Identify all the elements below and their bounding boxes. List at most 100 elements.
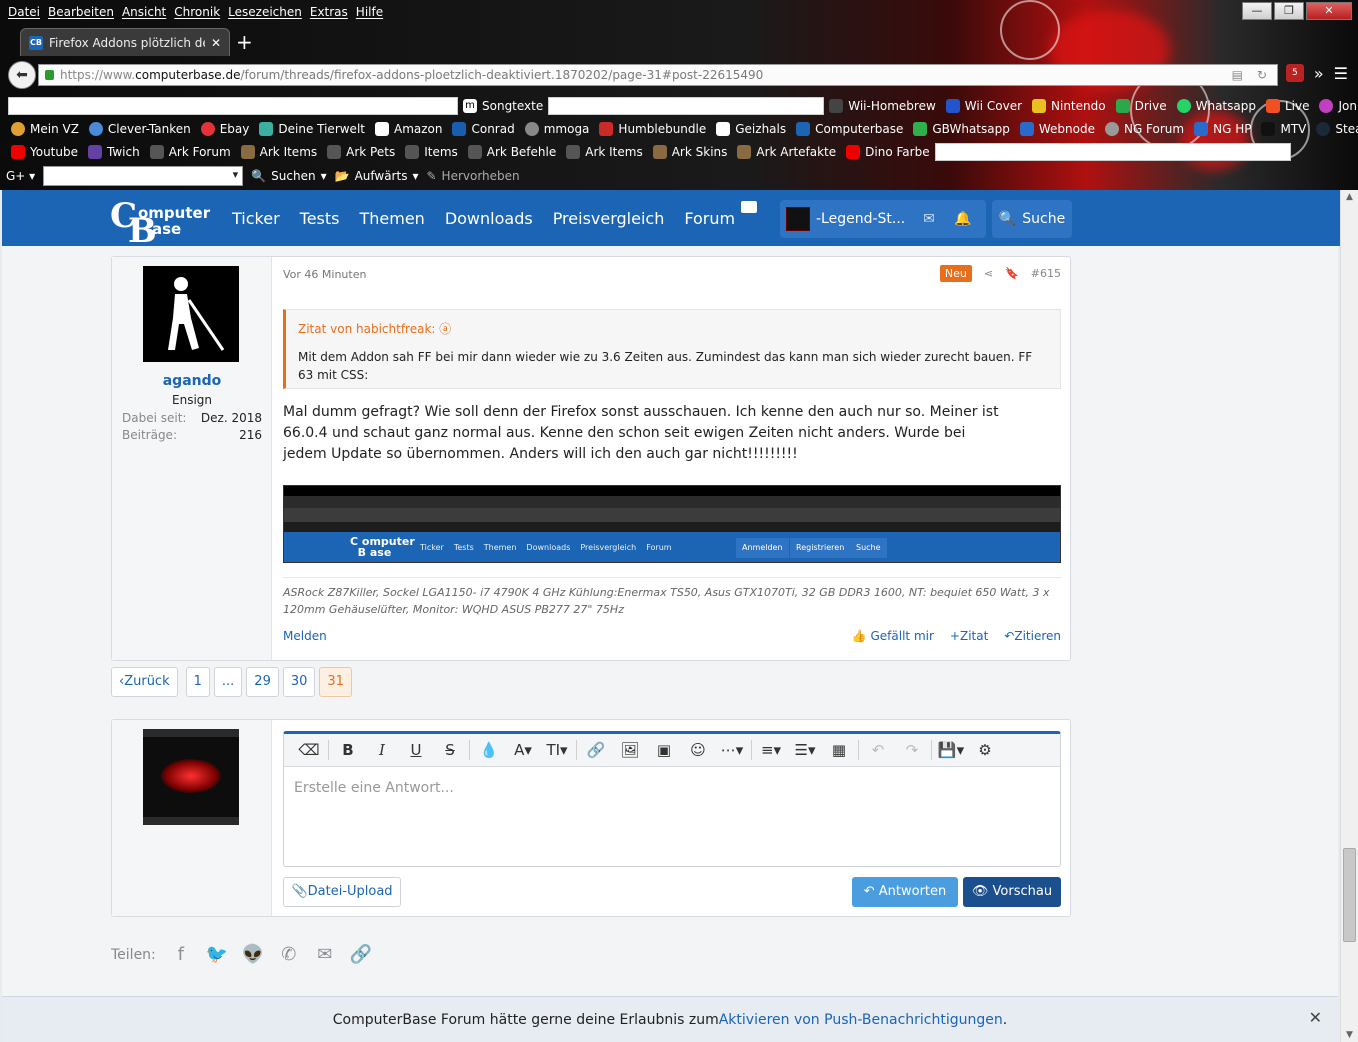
- hamburger-menu-icon[interactable]: ☰: [1334, 64, 1348, 83]
- bookmark-dino-farbe[interactable]: Dino Farbe: [841, 145, 934, 159]
- reply-submit-button[interactable]: ↶ Antworten: [852, 877, 958, 907]
- preview-button[interactable]: 👁 Vorschau: [963, 877, 1061, 907]
- bookmark-ark-items[interactable]: Ark Items: [236, 145, 322, 159]
- scrollbar-thumb[interactable]: [1343, 848, 1356, 942]
- nav-ticker[interactable]: Ticker: [232, 209, 280, 228]
- minimize-button[interactable]: —: [1242, 2, 1272, 20]
- bookmark-drive[interactable]: Drive: [1111, 99, 1172, 113]
- share-icon[interactable]: ⋖: [984, 267, 993, 280]
- menu-ansicht[interactable]: Ansicht: [118, 5, 170, 19]
- computerbase-logo[interactable]: C omputer B ase: [110, 196, 214, 248]
- align-icon[interactable]: ≡▾: [754, 741, 788, 759]
- file-upload-button[interactable]: 📎Datei-Upload: [283, 877, 401, 907]
- reddit-icon[interactable]: 👽: [242, 944, 264, 965]
- link-icon[interactable]: 🔗: [350, 944, 372, 965]
- maximize-button[interactable]: ❐: [1274, 2, 1304, 20]
- bookmark-icon[interactable]: 🔖: [1005, 267, 1019, 280]
- search-button[interactable]: 🔍 Suche: [992, 200, 1072, 238]
- browser-tab-active[interactable]: CB Firefox Addons plötzlich deakt ✕: [20, 28, 230, 56]
- twitter-icon[interactable]: 🐦: [206, 944, 228, 965]
- redo-icon[interactable]: ↷: [895, 741, 929, 759]
- url-bar[interactable]: https://www.computerbase.de/forum/thread…: [38, 64, 1278, 86]
- bookmark-ng-hp[interactable]: NG HP: [1189, 122, 1256, 136]
- bookmark-live[interactable]: Live: [1261, 99, 1315, 113]
- quote-add-button[interactable]: +Zitat: [950, 629, 988, 643]
- menu-hilfe[interactable]: Hilfe: [352, 5, 387, 19]
- bookmark-ark-pets[interactable]: Ark Pets: [322, 145, 400, 159]
- like-button[interactable]: 👍 Gefällt mir: [852, 629, 934, 643]
- font-type-icon[interactable]: TI▾: [540, 741, 574, 759]
- bell-icon[interactable]: 🔔: [946, 211, 980, 227]
- eraser-icon[interactable]: ⌫: [292, 741, 326, 759]
- nav-preisvergleich[interactable]: Preisvergleich: [553, 209, 665, 228]
- post-time[interactable]: Vor 46 Minuten: [283, 268, 366, 281]
- author-name[interactable]: agando: [112, 373, 272, 389]
- bookmark-items[interactable]: Items: [400, 145, 463, 159]
- bookmark-gbwhatsapp[interactable]: GBWhatsapp: [908, 122, 1014, 136]
- back-button[interactable]: ⬅: [8, 61, 36, 89]
- post-number[interactable]: #615: [1031, 267, 1061, 280]
- reply-quote-button[interactable]: ↶Zitieren: [1004, 629, 1061, 643]
- bookmark-mein-vz[interactable]: Mein VZ: [6, 122, 84, 136]
- menu-lesezeichen[interactable]: Lesezeichen: [224, 5, 306, 19]
- toolbar-highlight[interactable]: ✎ Hervorheben: [426, 169, 519, 183]
- bold-icon[interactable]: B: [331, 741, 365, 759]
- more-icon[interactable]: ⋯▾: [715, 741, 749, 759]
- page-prev[interactable]: ‹Zurück: [111, 667, 178, 697]
- toolbar-search[interactable]: 🔍 Suchen ▾: [251, 169, 326, 183]
- push-enable-link[interactable]: Aktivieren von Push-Benachrichtigungen: [719, 1012, 1003, 1028]
- underline-icon[interactable]: U: [399, 741, 433, 759]
- whatsapp-icon[interactable]: ✆: [278, 944, 300, 965]
- page-1[interactable]: 1: [185, 667, 210, 697]
- bookmark-wii-homebrew[interactable]: Wii-Homebrew: [824, 99, 941, 113]
- close-icon[interactable]: ✕: [1309, 1008, 1322, 1027]
- bookmark-mmoga[interactable]: mmoga: [520, 122, 595, 136]
- bookmark-amazon[interactable]: Amazon: [370, 122, 448, 136]
- bookmark-nintendo[interactable]: Nintendo: [1027, 99, 1111, 113]
- link-icon[interactable]: 🔗: [579, 741, 613, 759]
- list-icon[interactable]: ☰▾: [788, 741, 822, 759]
- undo-icon[interactable]: ↶: [861, 741, 895, 759]
- reload-icon[interactable]: ↻: [1257, 68, 1267, 82]
- overflow-menu-icon[interactable]: »: [1314, 64, 1324, 83]
- bookmark-twich[interactable]: Twich: [83, 145, 145, 159]
- close-window-button[interactable]: ✕: [1306, 2, 1352, 20]
- facebook-icon[interactable]: f: [170, 944, 192, 965]
- gear-icon[interactable]: ⚙: [968, 741, 1002, 759]
- bookmark-computerbase[interactable]: Computerbase: [791, 122, 908, 136]
- bookmark-jonline[interactable]: Jonline: [1314, 99, 1358, 113]
- scrollbar[interactable]: ▲ ▼: [1340, 190, 1358, 1042]
- nav-themen[interactable]: Themen: [359, 209, 424, 228]
- author-avatar[interactable]: [143, 266, 239, 362]
- color-drop-icon[interactable]: 💧: [472, 741, 506, 759]
- quote-header[interactable]: Zitat von habichtfreak: ⓐ: [298, 320, 451, 337]
- scroll-down-icon[interactable]: ▼: [1341, 1030, 1358, 1040]
- drafts-icon[interactable]: 💾▾: [934, 741, 968, 759]
- new-tab-button[interactable]: +: [236, 30, 253, 54]
- nav-downloads[interactable]: Downloads: [445, 209, 533, 228]
- menu-datei[interactable]: Datei: [4, 5, 44, 19]
- bookmark-clever-tanken[interactable]: Clever-Tanken: [84, 122, 196, 136]
- menu-bearbeiten[interactable]: Bearbeiten: [44, 5, 118, 19]
- page-30[interactable]: 30: [282, 667, 316, 697]
- user-menu[interactable]: -Legend-St... ✉ 🔔: [780, 200, 986, 238]
- image-icon[interactable]: 🖼: [613, 741, 647, 759]
- menu-chronik[interactable]: Chronik: [170, 5, 224, 19]
- reader-view-icon[interactable]: ▤: [1232, 68, 1243, 82]
- google-plus-icon[interactable]: G+ ▾: [6, 169, 35, 183]
- smiley-icon[interactable]: ☺: [681, 741, 715, 759]
- embedded-screenshot[interactable]: C omputer B ase Ticker Tests Themen Down…: [283, 485, 1061, 563]
- bookmark-ark-befehle[interactable]: Ark Befehle: [463, 145, 561, 159]
- bookmark-ark-items-2[interactable]: Ark Items: [561, 145, 647, 159]
- table-icon[interactable]: ▦: [822, 741, 856, 759]
- envelope-icon[interactable]: ✉: [912, 211, 946, 227]
- nav-tests[interactable]: Tests: [300, 209, 340, 228]
- bookmark-mtv[interactable]: MTV: [1256, 122, 1311, 136]
- bookmark-geizhals[interactable]: Geizhals: [711, 122, 791, 136]
- reply-textarea[interactable]: Erstelle eine Antwort...: [294, 780, 454, 796]
- bookmark-humblebundle[interactable]: Humblebundle: [594, 122, 711, 136]
- bookmark-wii-cover[interactable]: Wii Cover: [941, 99, 1027, 113]
- report-link[interactable]: Melden: [283, 629, 327, 643]
- bookmark-webnode[interactable]: Webnode: [1015, 122, 1100, 136]
- font-size-icon[interactable]: A▾: [506, 741, 540, 759]
